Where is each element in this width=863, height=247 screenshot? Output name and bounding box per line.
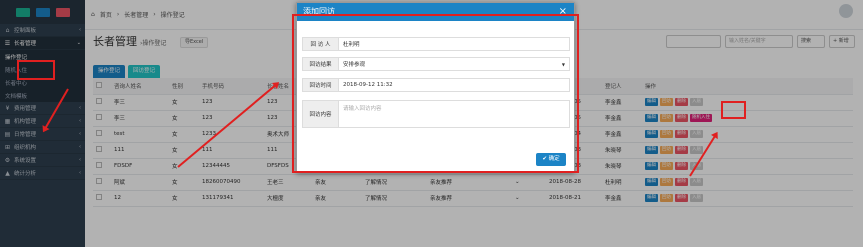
- highlight-box: [721, 101, 746, 119]
- highlight-box: [292, 14, 579, 173]
- highlight-box: [17, 60, 55, 80]
